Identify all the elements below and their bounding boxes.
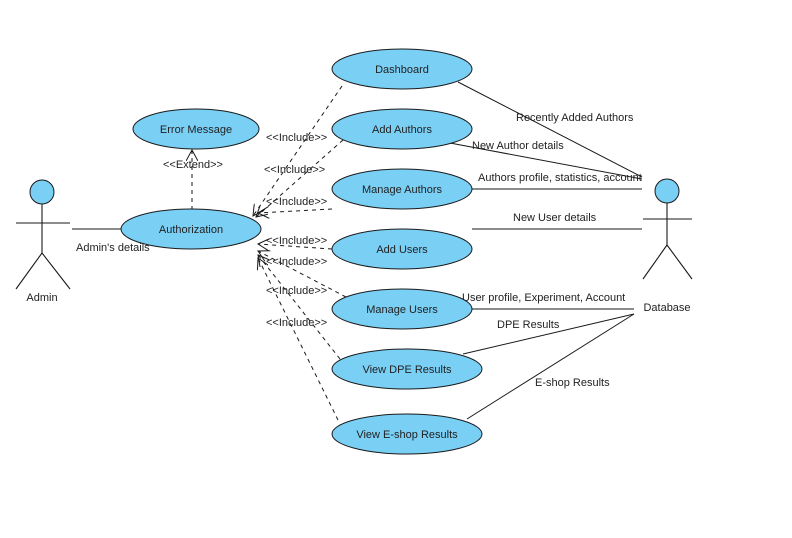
association-label-new-user-details: New User details bbox=[513, 212, 597, 224]
use-case-manage-authors[interactable]: Manage Authors bbox=[331, 168, 473, 210]
use-case-label: Manage Authors bbox=[362, 184, 443, 196]
association-label-new-author-details: New Author details bbox=[472, 140, 564, 152]
association-label-admins-details: Admin's details bbox=[76, 242, 150, 254]
use-case-label: View DPE Results bbox=[362, 364, 452, 376]
use-case-manage-users[interactable]: Manage Users bbox=[331, 288, 473, 330]
association-label-eshop-results: E-shop Results bbox=[535, 377, 610, 389]
association-dashboard-database bbox=[457, 81, 643, 178]
association-label-dpe-results: DPE Results bbox=[497, 319, 560, 331]
use-case-view-eshop-results[interactable]: View E-shop Results bbox=[331, 413, 483, 455]
actor-head-icon bbox=[654, 178, 680, 204]
include-label-add-authors: <<Include>> bbox=[264, 164, 325, 176]
include-view-eshop-results bbox=[258, 258, 339, 421]
association-label-authors-profile: Authors profile, statistics, account bbox=[478, 172, 642, 184]
use-case-label: Error Message bbox=[160, 124, 232, 136]
association-label-recently-added-authors: Recently Added Authors bbox=[516, 112, 634, 124]
use-case-label: Manage Users bbox=[366, 304, 438, 316]
include-label-dashboard: <<Include>> bbox=[266, 132, 327, 144]
use-case-view-dpe-results[interactable]: View DPE Results bbox=[331, 348, 483, 390]
include-label-view-eshop: <<Include>> bbox=[266, 317, 327, 329]
use-case-label: Authorization bbox=[159, 224, 223, 236]
extend-label: <<Extend>> bbox=[163, 159, 223, 171]
actor-label: Admin bbox=[26, 292, 57, 304]
use-case-add-authors[interactable]: Add Authors bbox=[331, 108, 473, 150]
use-case-add-users[interactable]: Add Users bbox=[331, 228, 473, 270]
actor-database[interactable]: Database bbox=[642, 178, 693, 314]
use-case-label: Dashboard bbox=[375, 64, 429, 76]
association-label-user-profile: User profile, Experiment, Account bbox=[462, 292, 625, 304]
include-label-add-users: <<Include>> bbox=[266, 235, 327, 247]
use-case-label: View E-shop Results bbox=[356, 429, 458, 441]
include-label-manage-users: <<Include>> bbox=[266, 256, 327, 268]
include-label-manage-authors: <<Include>> bbox=[266, 196, 327, 208]
use-case-label: Add Users bbox=[376, 244, 428, 256]
use-case-diagram: Admin's details <<Extend>> <<Include>> <… bbox=[15, 48, 693, 455]
use-case-authorization[interactable]: Authorization bbox=[120, 208, 262, 250]
include-view-dpe-results bbox=[258, 255, 341, 360]
include-manage-authors bbox=[258, 209, 333, 213]
use-case-dashboard[interactable]: Dashboard bbox=[331, 48, 473, 90]
actor-head-icon bbox=[29, 179, 55, 205]
use-case-label: Add Authors bbox=[372, 124, 432, 136]
actor-admin[interactable]: Admin bbox=[15, 179, 71, 304]
include-label-view-dpe: <<Include>> bbox=[266, 285, 327, 297]
actor-label: Database bbox=[643, 302, 690, 314]
use-case-error-message[interactable]: Error Message bbox=[132, 108, 260, 150]
